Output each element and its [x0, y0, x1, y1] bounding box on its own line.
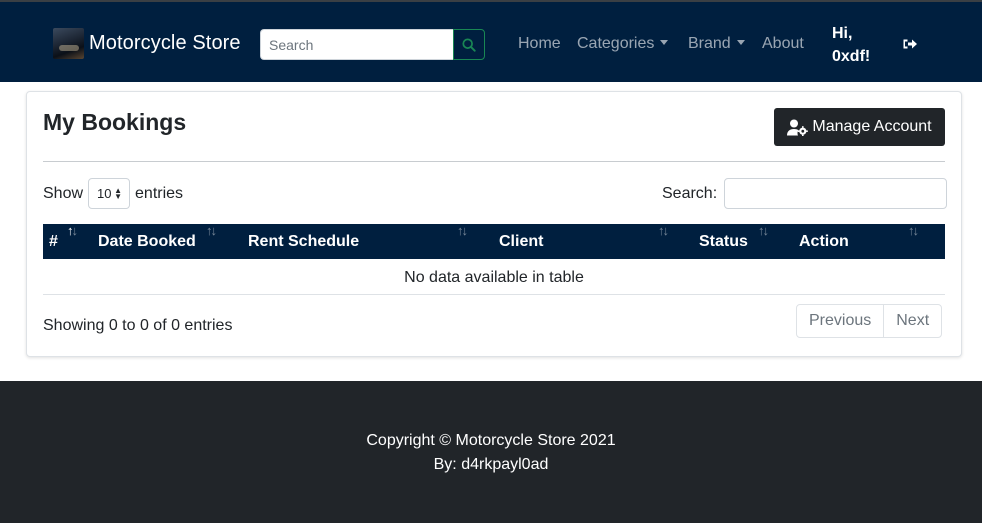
sort-icon: ↑↓: [206, 223, 217, 238]
column-header-action[interactable]: Action ↑↓: [784, 224, 945, 259]
column-header-date-booked[interactable]: Date Booked ↑↓: [83, 224, 233, 259]
greeting-hi: Hi,: [832, 25, 853, 42]
column-header-rent-schedule[interactable]: Rent Schedule ↑↓: [233, 224, 484, 259]
navbar-search-button[interactable]: [453, 29, 485, 60]
show-label: Show: [43, 184, 84, 202]
nav-home[interactable]: Home: [518, 34, 561, 54]
footer: Copyright © Motorcycle Store 2021 By: d4…: [0, 381, 982, 523]
page-length-value: 10: [97, 186, 112, 201]
navbar-search: [260, 29, 485, 60]
column-header-label: Status: [699, 233, 748, 250]
next-page-button[interactable]: Next: [883, 305, 941, 337]
nav-brand-dropdown[interactable]: Brand: [688, 34, 745, 54]
chevron-down-icon: [660, 40, 669, 45]
table-search-input[interactable]: [724, 178, 948, 209]
column-header-client[interactable]: Client ↑↓: [484, 224, 684, 259]
nav-categories-label: Categories: [577, 35, 655, 52]
divider: [43, 161, 945, 162]
user-greeting: Hi, 0xdf!: [832, 22, 882, 68]
manage-account-label: Manage Account: [812, 118, 932, 135]
user-cog-icon: [787, 119, 809, 136]
brand-logo: [53, 27, 84, 59]
column-header-number[interactable]: # ↑↓: [43, 224, 83, 259]
column-header-status[interactable]: Status ↑↓: [684, 224, 784, 259]
brand-name: Motorcycle Store: [89, 31, 241, 54]
nav-about[interactable]: About: [762, 34, 804, 54]
manage-account-button[interactable]: Manage Account: [774, 108, 945, 146]
table-info: Showing 0 to 0 of 0 entries: [43, 317, 233, 334]
sort-icon: ↑↓: [908, 223, 919, 238]
column-header-label: Client: [499, 233, 544, 250]
sort-icon: ↑↓: [67, 223, 78, 238]
copyright-text: Copyright © Motorcycle Store 2021: [366, 432, 616, 449]
navbar-search-input[interactable]: [260, 29, 453, 60]
table-search-control: Search:: [662, 178, 948, 209]
select-arrows-icon: ▲ ▼: [114, 186, 123, 201]
entries-label: entries: [135, 184, 184, 202]
brand-link[interactable]: Motorcycle Store: [53, 27, 241, 59]
column-header-label: #: [49, 233, 58, 250]
page-length-select[interactable]: 10 ▲ ▼: [88, 178, 131, 209]
greeting-username: 0xdf!: [832, 48, 871, 65]
empty-table-row: No data available in table: [43, 259, 945, 295]
table-search-label: Search:: [662, 184, 718, 202]
sign-out-icon[interactable]: [902, 36, 918, 52]
sort-icon: ↑↓: [658, 223, 669, 238]
chevron-down-icon: [736, 40, 745, 45]
nav-brand-label: Brand: [688, 35, 731, 52]
column-header-label: Rent Schedule: [248, 233, 360, 250]
column-header-label: Action: [799, 233, 849, 250]
sort-icon: ↑↓: [758, 223, 769, 238]
page-length-control: Show 10 ▲ ▼ entries: [43, 178, 183, 209]
page-title: My Bookings: [43, 109, 187, 135]
pagination: Previous Next: [796, 304, 943, 338]
author-credit: By: d4rkpayl0ad: [433, 456, 549, 473]
previous-page-button[interactable]: Previous: [797, 305, 883, 337]
column-header-label: Date Booked: [98, 233, 196, 250]
table-header: # ↑↓ Date Booked ↑↓ Rent Schedule ↑↓ Cli…: [43, 224, 945, 259]
navbar: Motorcycle Store Home Categories Brand A…: [0, 2, 982, 82]
bookings-table: # ↑↓ Date Booked ↑↓ Rent Schedule ↑↓ Cli…: [43, 224, 945, 295]
nav-categories-dropdown[interactable]: Categories: [577, 34, 669, 54]
search-icon: [462, 37, 476, 52]
sort-icon: ↑↓: [457, 223, 468, 238]
bookings-card: My Bookings Manage Account Show 10 ▲ ▼ en…: [26, 91, 962, 357]
